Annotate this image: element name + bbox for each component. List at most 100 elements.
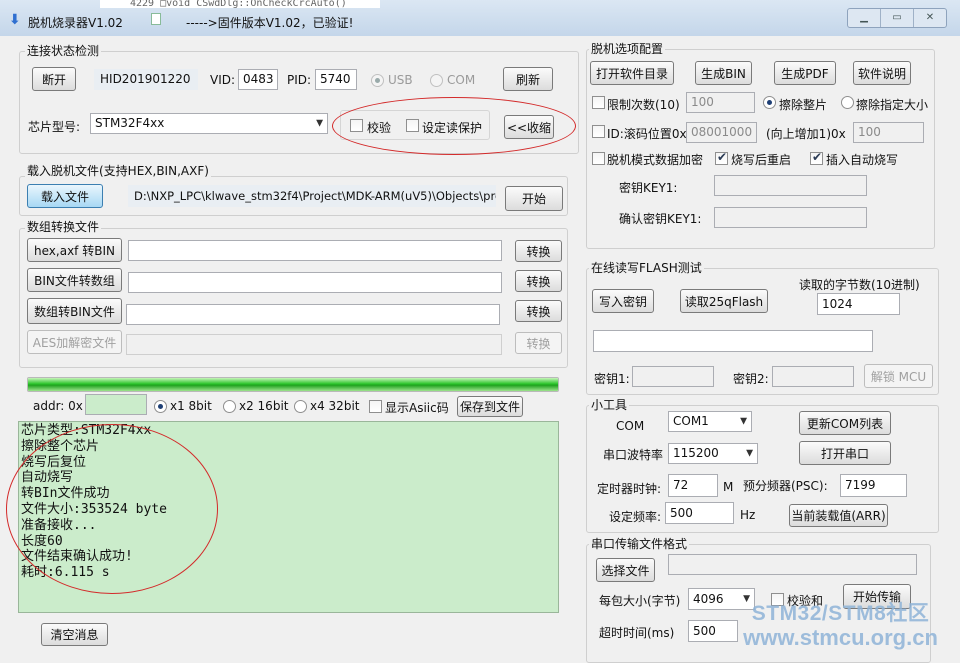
unlock-mcu-button[interactable]: 解锁 MCU [864, 364, 933, 388]
com-radio[interactable] [430, 74, 443, 87]
limit-count-field[interactable]: 100 [686, 92, 755, 113]
vid-field[interactable]: 0483 [238, 69, 278, 90]
open-software-dir-button[interactable]: 打开软件目录 [590, 61, 674, 85]
save-to-file-button[interactable]: 保存到文件 [457, 396, 523, 417]
close-icon[interactable]: ✕ [914, 9, 946, 27]
load-file-legend: 载入脱机文件(支持HEX,BIN,AXF) [25, 164, 211, 178]
bin-to-array-convert-button[interactable]: 转换 [515, 270, 562, 292]
encrypt-checkbox[interactable] [592, 152, 605, 165]
open-port-button[interactable]: 打开串口 [799, 441, 891, 465]
start-button[interactable]: 开始 [505, 186, 563, 211]
erase-all-radio[interactable] [763, 96, 776, 109]
refresh-button[interactable]: 刷新 [503, 67, 553, 91]
write-key-button[interactable]: 写入密钥 [592, 289, 654, 313]
freq-label: 设定频率: [609, 510, 662, 524]
window-title: 脱机烧录器V1.02 [28, 16, 123, 30]
key2-flash-field[interactable] [772, 366, 854, 387]
freq-field[interactable]: 500 [665, 502, 734, 524]
ascii-label: 显示Asiic码 [385, 401, 449, 415]
baud-select[interactable]: 115200 ▼ [668, 443, 758, 464]
convert-legend: 数组转换文件 [25, 220, 102, 234]
confirm-key1-field[interactable] [714, 207, 867, 228]
erase-size-radio[interactable] [841, 96, 854, 109]
chip-select-value: STM32F4xx [95, 116, 165, 130]
bytes-field[interactable]: 1024 [817, 293, 900, 315]
read-flash-button[interactable]: 读取25qFlash [680, 289, 768, 313]
chip-label: 芯片型号: [28, 120, 81, 134]
hex-to-bin-path[interactable] [128, 240, 502, 261]
tools-legend: 小工具 [589, 398, 630, 412]
rolling-id-label: ID:滚码位置0x [607, 127, 687, 141]
file-path-display: D:\NXP_LPC\klwave_stm32f4\Project\MDK-AR… [128, 185, 496, 207]
bin-to-array-button[interactable]: BIN文件转数组 [27, 268, 122, 292]
offline-options-legend: 脱机选项配置 [589, 42, 666, 56]
addr-label: addr: 0x [33, 399, 83, 413]
maximize-icon[interactable]: ▭ [881, 9, 914, 27]
x1-radio[interactable] [154, 400, 167, 413]
firmware-banner: ----->固件版本V1.02，已验证! [186, 16, 354, 30]
array-to-bin-convert-button[interactable]: 转换 [515, 300, 562, 322]
update-com-list-button[interactable]: 更新COM列表 [799, 411, 891, 435]
software-help-button[interactable]: 软件说明 [853, 61, 911, 85]
key1-field[interactable] [714, 175, 867, 196]
auto-burn-checkbox[interactable] [810, 150, 823, 165]
erase-all-label: 擦除整片 [779, 98, 828, 112]
watermark: STM32/STM8社区 www.stmcu.org.cn [728, 602, 953, 650]
generate-bin-button[interactable]: 生成BIN [695, 61, 752, 85]
timer-clock-field[interactable]: 72 [668, 474, 718, 497]
addr-field[interactable] [85, 394, 147, 415]
title-bar: 4229 □void CSwdDlg::OnCheckCrcAuto() ⬇ 脱… [0, 0, 960, 36]
app-window: 4229 □void CSwdDlg::OnCheckCrcAuto() ⬇ 脱… [0, 0, 960, 663]
window-controls: ▁ ▭ ✕ [847, 8, 947, 28]
chevron-down-icon: ▼ [740, 416, 747, 426]
array-to-bin-button[interactable]: 数组转BIN文件 [27, 298, 122, 324]
clear-messages-button[interactable]: 清空消息 [41, 623, 108, 646]
x2-radio[interactable] [223, 400, 236, 413]
aes-file-path[interactable] [126, 334, 502, 355]
flash-data-field[interactable] [593, 330, 873, 352]
timer-clock-label: 定时器时钟: [597, 482, 662, 496]
vid-label: VID: [210, 73, 236, 87]
reset-after-burn-checkbox[interactable] [715, 150, 728, 165]
minimize-icon[interactable]: ▁ [848, 9, 881, 27]
bin-to-array-path[interactable] [128, 272, 502, 293]
serial-file-field[interactable] [668, 554, 917, 575]
increment-field[interactable]: 100 [853, 122, 924, 143]
disconnect-button[interactable]: 断开 [32, 67, 76, 91]
rolling-id-checkbox[interactable] [592, 125, 605, 138]
limit-count-checkbox[interactable] [592, 96, 605, 109]
usb-radio[interactable] [371, 74, 384, 87]
rolling-id-field[interactable]: 08001000 [686, 122, 757, 143]
key1-flash-field[interactable] [632, 366, 714, 387]
x1-label: x1 8bit [170, 399, 212, 413]
x4-radio[interactable] [294, 400, 307, 413]
timeout-label: 超时时间(ms) [599, 626, 675, 640]
psc-label: 预分频器(PSC): [743, 479, 828, 493]
key1-label: 密钥KEY1: [619, 181, 678, 195]
com-port-select[interactable]: COM1 ▼ [668, 411, 752, 432]
aes-convert-button[interactable]: 转换 [515, 332, 562, 354]
hex-to-bin-button[interactable]: hex,axf 转BIN [27, 238, 122, 262]
connection-legend: 连接状态检测 [25, 44, 102, 58]
com-port-value: COM1 [673, 414, 709, 428]
load-file-button[interactable]: 载入文件 [27, 184, 103, 208]
usb-label: USB [388, 73, 413, 87]
psc-field[interactable]: 7199 [840, 474, 907, 497]
arr-button[interactable]: 当前装载值(ARR) [789, 504, 888, 527]
aes-file-button[interactable]: AES加解密文件 [27, 330, 122, 354]
progress-fill [28, 378, 558, 391]
generate-pdf-button[interactable]: 生成PDF [774, 61, 836, 85]
pid-field[interactable]: 5740 [315, 69, 357, 90]
baud-value: 115200 [673, 446, 719, 460]
select-file-button[interactable]: 选择文件 [596, 558, 655, 582]
chevron-down-icon: ▼ [746, 448, 753, 458]
device-id-display: HID201901220 [94, 69, 198, 90]
bytes-label: 读取的字节数(10进制) [799, 278, 920, 292]
progress-bar [27, 377, 559, 392]
array-to-bin-path[interactable] [126, 304, 500, 325]
hex-to-bin-convert-button[interactable]: 转换 [515, 240, 562, 262]
chip-select[interactable]: STM32F4xx ▼ [90, 113, 328, 134]
ascii-checkbox[interactable] [369, 400, 382, 413]
watermark-line1: STM32/STM8社区 [751, 602, 930, 625]
key2-flash-label: 密钥2: [733, 372, 769, 386]
